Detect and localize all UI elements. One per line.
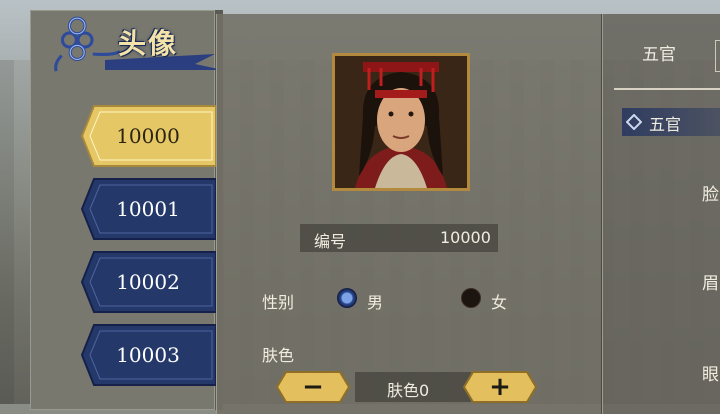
gender-label: 性别 bbox=[262, 293, 295, 312]
tab-underline bbox=[614, 88, 720, 90]
avatar-item-10002[interactable]: 10002 bbox=[80, 250, 216, 314]
gender-male-radio[interactable] bbox=[337, 288, 357, 308]
id-value: 10000 bbox=[440, 228, 491, 247]
skin-increase-button[interactable]: + bbox=[463, 371, 537, 403]
title-banner: 头像 bbox=[20, 0, 223, 80]
minus-icon: − bbox=[302, 372, 324, 402]
avatar-item-label: 10000 bbox=[116, 124, 180, 148]
avatar-item-label: 10003 bbox=[116, 343, 180, 367]
gender-female-radio[interactable] bbox=[461, 288, 481, 308]
plus-icon: + bbox=[489, 372, 511, 402]
page-title: 头像 bbox=[118, 27, 179, 60]
avatar-portrait bbox=[332, 53, 470, 191]
section-header: 五官 bbox=[622, 108, 720, 136]
feature-eye-label: 眼 bbox=[702, 365, 719, 385]
skin-value: 肤色0 bbox=[387, 381, 430, 400]
avatar-list: 10000 10001 10002 10003 bbox=[80, 104, 216, 396]
avatar-item-10003[interactable]: 10003 bbox=[80, 323, 216, 387]
character-portrait-image bbox=[335, 56, 467, 188]
gender-female-label: 女 bbox=[491, 293, 508, 312]
features-panel bbox=[602, 14, 720, 414]
diamond-icon bbox=[626, 114, 642, 130]
avatar-item-10001[interactable]: 10001 bbox=[80, 177, 216, 241]
avatar-item-label: 10002 bbox=[116, 270, 180, 294]
skin-label: 肤色 bbox=[262, 346, 295, 365]
id-label: 编号 bbox=[314, 232, 347, 251]
feature-face-label: 脸 bbox=[702, 185, 719, 205]
tab-next-edge[interactable] bbox=[715, 40, 720, 72]
section-header-label: 五官 bbox=[649, 115, 682, 134]
skin-decrease-button[interactable]: − bbox=[276, 371, 350, 403]
tab-features[interactable]: 五官 bbox=[624, 40, 694, 65]
feature-brow-label: 眉 bbox=[702, 274, 719, 294]
avatar-item-label: 10001 bbox=[116, 197, 180, 221]
avatar-item-10000[interactable]: 10000 bbox=[80, 104, 216, 168]
gender-male-label: 男 bbox=[367, 293, 384, 312]
